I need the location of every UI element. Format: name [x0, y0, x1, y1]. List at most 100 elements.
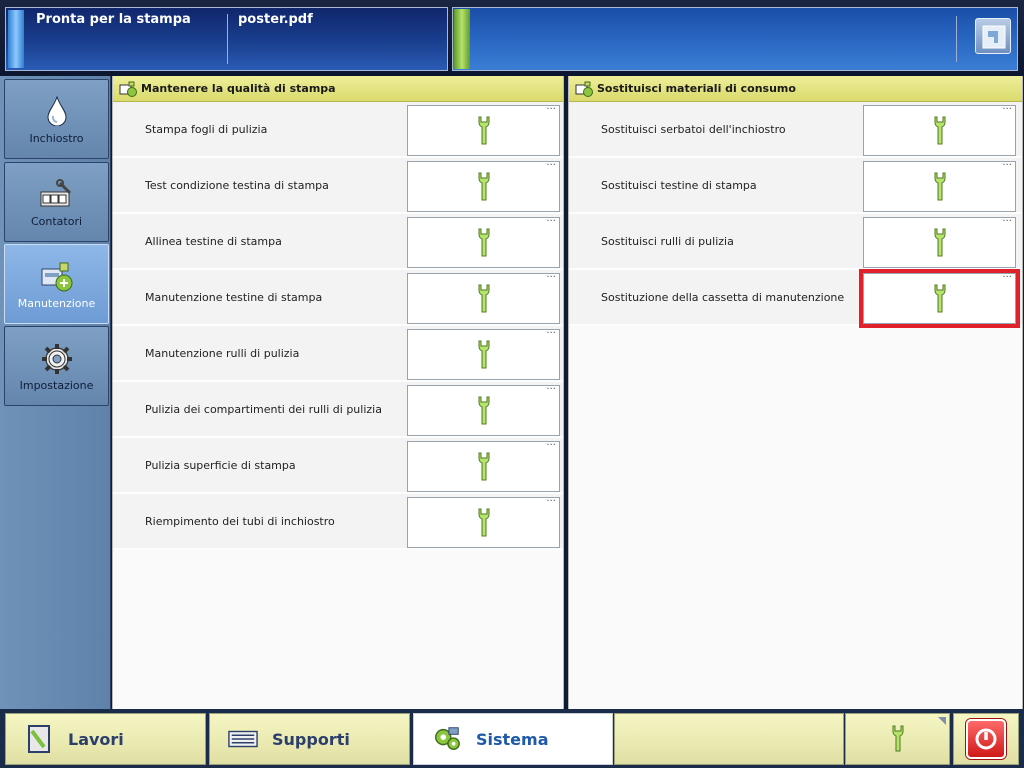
- wrench-icon: [478, 116, 489, 144]
- list-item: Test condizione testina di stampa...: [113, 158, 563, 214]
- maintenance-action-button[interactable]: ...: [407, 381, 560, 436]
- list-item: Riempimento dei tubi di inchiostro...: [113, 494, 563, 550]
- bottom-taskbar: Lavori Supporti Sistema: [0, 709, 1024, 768]
- more-options-indicator: ...: [546, 325, 556, 336]
- wrench-icon: [478, 452, 489, 480]
- wrench-icon: [892, 725, 903, 752]
- maintenance-action-button[interactable]: ...: [407, 269, 560, 324]
- list-item-label: Riempimento dei tubi di inchiostro: [145, 515, 335, 528]
- list-item: Stampa fogli di pulizia...: [113, 102, 563, 158]
- more-options-indicator: ...: [1002, 213, 1012, 224]
- sidebar-item-inchiostro[interactable]: Inchiostro: [4, 79, 109, 159]
- printer-status-text: Pronta per la stampa: [36, 12, 191, 27]
- status-divider: [227, 14, 228, 64]
- list-item-label: Test condizione testina di stampa: [145, 179, 329, 192]
- list-item-label: Pulizia dei compartimenti dei rulli di p…: [145, 403, 382, 416]
- list-item-label: Sostituisci testine di stampa: [601, 179, 757, 192]
- list-item-label: Sostituisci serbatoi dell'inchiostro: [601, 123, 786, 136]
- list-item-label: Manutenzione testine di stampa: [145, 291, 323, 304]
- maintenance-action-button[interactable]: ...: [863, 157, 1016, 212]
- list-item-label: Pulizia superficie di stampa: [145, 459, 296, 472]
- progress-panel: [452, 7, 1018, 71]
- maintenance-action-button[interactable]: ...: [407, 213, 560, 268]
- list-item-label: Manutenzione rulli di pulizia: [145, 347, 300, 360]
- wrench-icon: [478, 340, 489, 368]
- list-item-label: Stampa fogli di pulizia: [145, 123, 268, 136]
- system-gears-icon: [432, 724, 462, 754]
- consumables-pane: Sostituisci materiali di consumo Sostitu…: [568, 76, 1023, 709]
- list-item-label: Sostituzione della cassetta di manutenzi…: [601, 291, 845, 304]
- print-quality-list: Stampa fogli di pulizia... Test condizion…: [113, 102, 563, 550]
- list-item: Sostituisci rulli di pulizia...: [569, 214, 1022, 270]
- maintenance-action-button[interactable]: ...: [407, 325, 560, 380]
- list-item: Sostituisci serbatoi dell'inchiostro...: [569, 102, 1022, 158]
- eject-button[interactable]: [975, 18, 1011, 54]
- more-options-indicator: ...: [546, 101, 556, 112]
- pane-title: Sostituisci materiali di consumo: [597, 82, 796, 95]
- tab-sistema[interactable]: Sistema: [413, 713, 613, 765]
- sidebar-item-label: Impostazione: [19, 379, 94, 392]
- status-panel: Pronta per la stampa poster.pdf: [5, 7, 448, 71]
- list-item-label: Allinea testine di stampa: [145, 235, 282, 248]
- maintenance-action-button[interactable]: ...: [863, 102, 1016, 156]
- pane-title: Mantenere la qualità di stampa: [141, 82, 336, 95]
- sidebar-item-contatori[interactable]: Contatori: [4, 162, 109, 242]
- power-button[interactable]: [953, 713, 1019, 765]
- sidebar-item-manutenzione[interactable]: Manutenzione: [4, 244, 109, 324]
- list-item: Sostituzione della cassetta di manutenzi…: [569, 269, 1022, 328]
- tab-label: Sistema: [476, 729, 549, 749]
- maintenance-action-button[interactable]: ...: [407, 493, 560, 548]
- maintenance-action-button[interactable]: ...: [407, 158, 560, 212]
- wrench-icon: [478, 172, 489, 200]
- tab-label: Supporti: [272, 729, 350, 749]
- sidebar-item-impostazione[interactable]: Impostazione: [4, 326, 109, 406]
- maintenance-shortcut-button[interactable]: [845, 713, 950, 765]
- printer-ui: Pronta per la stampa poster.pdf Inchiost…: [0, 0, 1024, 768]
- progress-divider: [956, 16, 957, 62]
- sidebar-item-label: Manutenzione: [17, 297, 96, 310]
- corner-indicator: [938, 717, 946, 725]
- maintenance-action-button[interactable]: ...: [863, 213, 1016, 268]
- sidebar-item-label: Inchiostro: [29, 132, 84, 145]
- maintenance-action-button[interactable]: ...: [859, 269, 1020, 328]
- list-item: Pulizia superficie di stampa...: [113, 438, 563, 494]
- print-quality-pane: Mantenere la qualità di stampa Stampa fo…: [112, 76, 564, 709]
- status-accent: [8, 10, 24, 68]
- consumables-list: Sostituisci serbatoi dell'inchiostro... S…: [569, 102, 1022, 328]
- maintenance-action-button[interactable]: ...: [407, 437, 560, 492]
- more-options-indicator: ...: [546, 381, 556, 392]
- wrench-icon: [478, 284, 489, 312]
- pane-header: Sostituisci materiali di consumo: [569, 76, 1022, 102]
- taskbar-spacer: [614, 713, 844, 765]
- list-item: Sostituisci testine di stampa...: [569, 158, 1022, 214]
- more-options-indicator: ...: [546, 493, 556, 504]
- counters-icon: [5, 179, 108, 211]
- top-status-bar: Pronta per la stampa poster.pdf: [0, 0, 1024, 76]
- list-item: Allinea testine di stampa...: [113, 214, 563, 270]
- wrench-icon: [478, 228, 489, 256]
- sidebar-item-label: Contatori: [30, 215, 83, 228]
- wrench-icon: [934, 172, 945, 200]
- eject-icon: [982, 25, 1006, 49]
- more-options-indicator: ...: [546, 269, 556, 280]
- maintenance-action-button[interactable]: ...: [407, 101, 560, 156]
- more-options-indicator: ...: [1002, 157, 1012, 168]
- gear-icon: [5, 343, 108, 375]
- maintenance-icon: [5, 261, 108, 293]
- list-item: Manutenzione rulli di pulizia...: [113, 326, 563, 382]
- more-options-indicator: ...: [546, 437, 556, 448]
- maintenance-small-icon: [575, 81, 593, 97]
- current-file-name: poster.pdf: [238, 12, 313, 27]
- jobs-icon: [24, 724, 54, 754]
- maintenance-small-icon: [119, 81, 137, 97]
- wrench-icon: [478, 396, 489, 424]
- more-options-indicator: ...: [546, 213, 556, 224]
- tab-supporti[interactable]: Supporti: [209, 713, 410, 765]
- list-item: Manutenzione testine di stampa...: [113, 270, 563, 326]
- wrench-icon: [478, 508, 489, 536]
- wrench-icon: [934, 284, 945, 312]
- power-icon: [966, 719, 1006, 759]
- wrench-icon: [934, 228, 945, 256]
- list-item: Pulizia dei compartimenti dei rulli di p…: [113, 382, 563, 438]
- tab-lavori[interactable]: Lavori: [5, 713, 206, 765]
